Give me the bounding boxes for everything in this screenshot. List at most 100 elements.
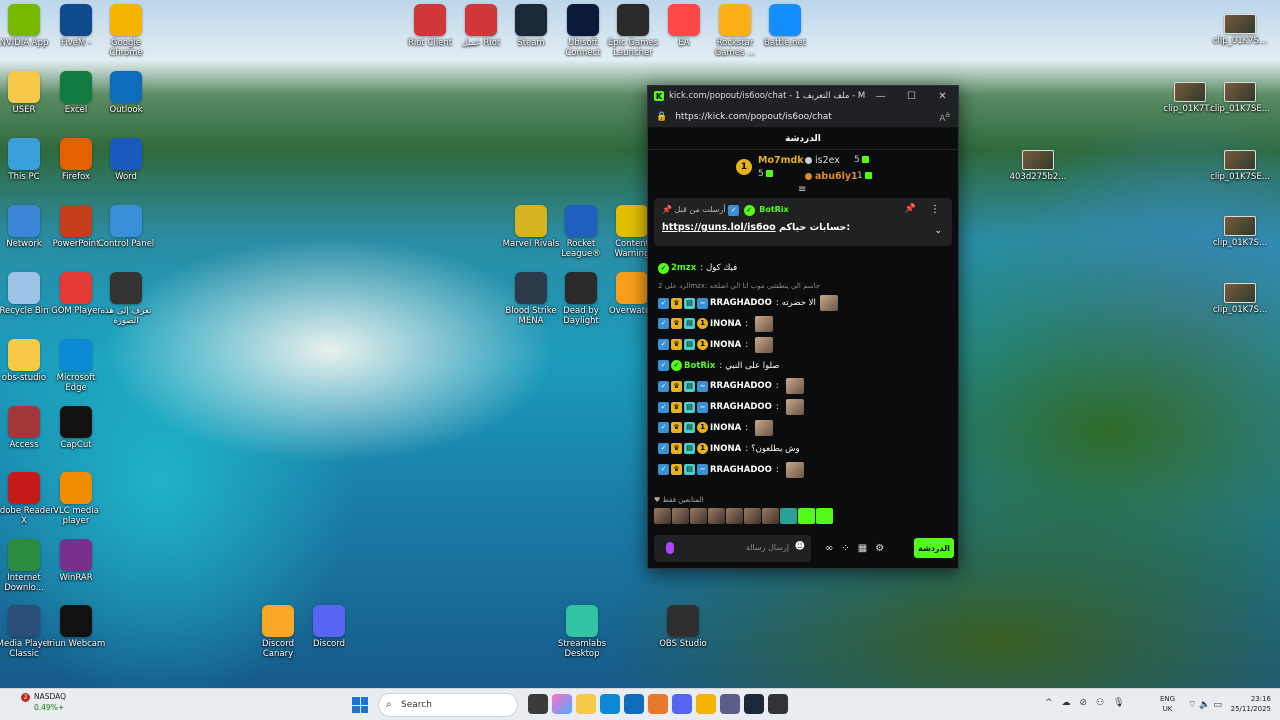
emote-button[interactable] xyxy=(744,508,761,524)
lock-icon[interactable]: 🔒 xyxy=(656,112,667,122)
desktop-shortcut[interactable]: Control Panel xyxy=(95,205,157,249)
desktop-shortcut[interactable]: Outlook xyxy=(95,71,157,115)
desktop-shortcut[interactable]: clip_01K7SE... xyxy=(1209,150,1271,182)
steam-taskbar-icon[interactable] xyxy=(744,694,764,714)
unpin-icon[interactable]: 📌 xyxy=(905,204,916,214)
chat-username[interactable]: INONA xyxy=(710,423,741,433)
pinned-message[interactable]: 📌 أرسلت من قبل ✓ ✓ BotRix 📌 ⋮ https://gu… xyxy=(654,198,952,246)
microphone-icon[interactable] xyxy=(666,541,674,554)
onedrive-icon[interactable]: ☁ xyxy=(1062,698,1071,708)
desktop-shortcut[interactable]: Streamlabs Desktop xyxy=(551,605,613,659)
chat-username[interactable]: RRAGHADOO xyxy=(710,402,772,412)
emoji-icon[interactable]: ☻ xyxy=(795,541,805,552)
chat-username[interactable]: BotRix xyxy=(684,361,715,371)
address-url[interactable]: https://kick.com/popout/is6oo/chat xyxy=(675,112,939,122)
read-aloud-icon[interactable]: Aa xyxy=(939,110,950,124)
pinned-link[interactable]: https://guns.lol/is6oo xyxy=(662,222,776,233)
desktop-shortcut[interactable]: تعرف إلى هذه الصورة xyxy=(95,272,157,326)
desktop-shortcut[interactable]: Iriun Webcam xyxy=(45,605,107,649)
chevron-down-icon[interactable]: ⌄ xyxy=(934,226,942,236)
clock[interactable]: 23:16 25/11/2025 xyxy=(1225,694,1271,714)
desktop-shortcut[interactable]: OBS Studio xyxy=(652,605,714,649)
app3-taskbar-icon[interactable] xyxy=(768,694,788,714)
more-options-icon[interactable]: ⋮ xyxy=(930,204,940,215)
chat-message[interactable]: ✓ ♛ ▤ ~ RRAGHADOO: xyxy=(658,397,948,418)
chat-username[interactable]: RRAGHADOO xyxy=(710,381,772,391)
emote-button[interactable] xyxy=(708,508,725,524)
chat-message[interactable]: ✓ ♛ ▤ 1 INONA: وش يطلعون؟ xyxy=(658,438,948,459)
store-icon[interactable]: ▦ xyxy=(858,543,867,554)
app2-taskbar-icon[interactable] xyxy=(720,694,740,714)
edge-taskbar-icon[interactable] xyxy=(600,694,620,714)
pinned-author[interactable]: BotRix xyxy=(759,205,788,214)
desktop-shortcut[interactable]: WinRAR xyxy=(45,539,107,583)
settings-gear-icon[interactable]: ⚙ xyxy=(875,543,884,554)
desktop-shortcut[interactable]: clip_01K7S... xyxy=(1209,283,1271,315)
leader-second-name[interactable]: is2ex xyxy=(805,155,840,166)
search-box[interactable]: ⌕ Search xyxy=(378,693,518,717)
start-button[interactable] xyxy=(352,697,368,713)
chat-message[interactable]: ✓ ♛ ▤ ~ RRAGHADOO: xyxy=(658,376,948,397)
chrome-taskbar-icon[interactable] xyxy=(696,694,716,714)
chat-input[interactable]: إرسال رسالة ☻ xyxy=(654,534,811,562)
chat-username[interactable]: 2mzx xyxy=(671,263,696,273)
close-icon[interactable]: ✕ xyxy=(927,91,958,102)
tray-app-icon[interactable]: ⊘ xyxy=(1080,698,1088,708)
chat-message[interactable]: ✓ 2mzx: فيك كول xyxy=(658,258,948,279)
copilot-icon[interactable] xyxy=(552,694,572,714)
chat-username[interactable]: INONA xyxy=(710,444,741,454)
reply-context[interactable]: الرد على 2mzx: جاسم الي ينطشي موب انا ال… xyxy=(658,279,948,293)
desktop-shortcut[interactable]: clip_01K7S... xyxy=(1209,14,1271,46)
mic-tray-icon[interactable]: 🎙 xyxy=(1113,698,1124,708)
chat-message[interactable]: ✓ ♛ ▤ ~ RRAGHADOO: xyxy=(658,459,948,480)
file-explorer-icon[interactable] xyxy=(576,694,596,714)
emote-button[interactable] xyxy=(780,508,797,524)
leader-first-name[interactable]: Mo7mdk xyxy=(758,155,804,166)
emote-button[interactable] xyxy=(690,508,707,524)
chat-message[interactable]: ✓ ♛ ▤ 1 INONA: xyxy=(658,314,948,335)
stock-widget[interactable]: 2 NASDAQ 0.49%+ xyxy=(14,692,66,712)
desktop-shortcut[interactable]: CapCut xyxy=(45,406,107,450)
desktop-shortcut[interactable]: 403d275b2... xyxy=(1007,150,1069,182)
discord-taskbar-icon[interactable] xyxy=(672,694,692,714)
chat-message[interactable]: ✓ ✓ BotRix: صلوا على النبي xyxy=(658,355,948,376)
app-taskbar-icon[interactable] xyxy=(648,694,668,714)
desktop-shortcut[interactable]: Google Chrome xyxy=(95,4,157,58)
desktop-shortcut[interactable]: Word xyxy=(95,138,157,182)
language-indicator[interactable]: ENG UK xyxy=(1160,694,1175,714)
chat-message[interactable]: ✓ ♛ ▤ ~ RRAGHADOO: الا حضرته xyxy=(658,293,948,314)
chat-message[interactable]: ✓ ♛ ▤ 1 INONA: xyxy=(658,418,948,439)
maximize-icon[interactable]: ☐ xyxy=(896,91,927,102)
emote-button[interactable] xyxy=(654,508,671,524)
tray-app2-icon[interactable]: ⚇ xyxy=(1096,698,1104,708)
store-taskbar-icon[interactable] xyxy=(624,694,644,714)
desktop-shortcut[interactable]: clip_01K7SE... xyxy=(1209,82,1271,114)
address-bar[interactable]: 🔒 https://kick.com/popout/is6oo/chat Aa xyxy=(648,106,958,128)
emote-picker-icon[interactable]: ⁘ xyxy=(841,543,849,554)
volume-icon[interactable]: 🔈 xyxy=(1199,700,1210,710)
wifi-icon[interactable]: ⌔ xyxy=(1188,700,1196,710)
emote-button[interactable] xyxy=(816,508,833,524)
chat-username[interactable]: RRAGHADOO xyxy=(710,298,772,308)
infinity-icon[interactable]: ∞ xyxy=(825,543,833,554)
window-titlebar[interactable]: K kick.com/popout/is6oo/chat - 1 ‎ملف ال… xyxy=(648,86,958,106)
desktop-shortcut[interactable]: Microsoft Edge xyxy=(45,339,107,393)
desktop-shortcut[interactable]: Discord xyxy=(298,605,360,649)
task-view-icon[interactable] xyxy=(528,694,548,714)
chat-username[interactable]: INONA xyxy=(710,319,741,329)
desktop-shortcut[interactable]: Battle.net xyxy=(754,4,816,48)
desktop-shortcut[interactable]: clip_01K7S... xyxy=(1209,216,1271,248)
desktop-shortcut[interactable]: VLC media player xyxy=(45,472,107,526)
emote-button[interactable] xyxy=(672,508,689,524)
send-chat-button[interactable]: الدردشة xyxy=(914,538,954,558)
tray-chevron-icon[interactable]: ^ xyxy=(1045,698,1053,708)
chat-username[interactable]: INONA xyxy=(710,340,741,350)
collapse-icon[interactable]: ≡ xyxy=(798,184,806,195)
chat-message[interactable]: ✓ ♛ ▤ 1 INONA: xyxy=(658,334,948,355)
tray-status-icons[interactable]: ⌔ 🔈 ▭ xyxy=(1188,699,1222,710)
battery-icon[interactable]: ▭ xyxy=(1213,700,1222,710)
leader-third-name[interactable]: abu6ly1 xyxy=(805,171,858,182)
chat-username[interactable]: RRAGHADOO xyxy=(710,465,772,475)
minimize-icon[interactable]: — xyxy=(865,91,896,102)
emote-button[interactable] xyxy=(726,508,743,524)
